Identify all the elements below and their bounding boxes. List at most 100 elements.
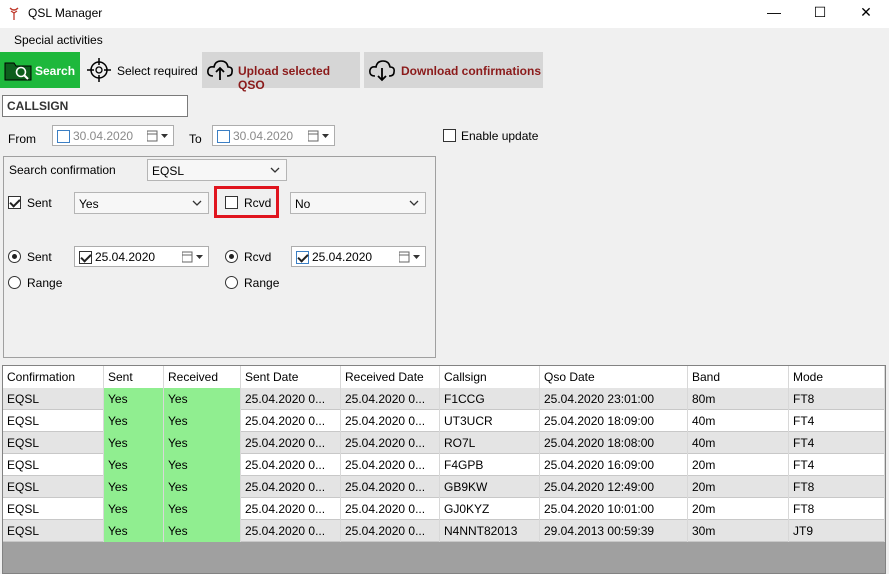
close-button[interactable]: ✕ [843,0,889,26]
sent-date-picker[interactable]: 25.04.2020 [74,246,209,267]
toolbar: Search Select required Upload selected Q… [0,52,889,92]
cloud-upload-icon [207,60,233,80]
rcvd-status-select[interactable]: No [290,192,426,214]
calendar-dropdown-icon[interactable] [182,251,204,263]
calendar-dropdown-icon[interactable] [399,251,421,263]
rcvd-date-checkbox[interactable] [296,251,309,264]
table-cell: Yes [164,476,241,498]
table-cell: Yes [164,498,241,520]
table-cell: Yes [104,388,164,410]
download-confirmations-button[interactable]: Download confirmations [364,52,543,88]
table-row[interactable]: EQSL Yes Yes 25.04.2020 0... 25.04.2020 0...… [3,410,885,432]
column-header[interactable]: Sent Date [241,366,341,388]
table-cell: UT3UCR [440,410,540,432]
table-cell: 25.04.2020 12:49:00 [540,476,688,498]
column-header[interactable]: Callsign [440,366,540,388]
table-row[interactable]: EQSL Yes Yes 25.04.2020 0... 25.04.2020 0...… [3,476,885,498]
sent-date-value: 25.04.2020 [95,250,156,264]
table-row[interactable]: EQSL Yes Yes 25.04.2020 0... 25.04.2020 0...… [3,388,885,410]
table-cell: 80m [688,388,789,410]
select-required-label: Select required [117,64,198,78]
menu-bar: Special activities [0,28,889,50]
callsign-input[interactable]: CALLSIGN [2,95,188,117]
to-date-picker[interactable]: 30.04.2020 [212,125,335,146]
chevron-down-icon [409,200,419,206]
table-cell: Yes [164,432,241,454]
table-cell: EQSL [3,520,104,542]
table-cell: 25.04.2020 0... [341,388,440,410]
table-cell: Yes [164,410,241,432]
table-row[interactable]: EQSL Yes Yes 25.04.2020 0... 25.04.2020 0...… [3,432,885,454]
minimize-button[interactable]: — [751,0,797,26]
sent-radio-label: Sent [27,250,52,264]
search-label: Search [35,64,76,78]
table-cell: F1CCG [440,388,540,410]
from-date-picker[interactable]: 30.04.2020 [52,125,174,146]
table-row[interactable]: EQSL Yes Yes 25.04.2020 0... 25.04.2020 0...… [3,454,885,476]
search-button[interactable]: Search [0,52,80,88]
column-header[interactable]: Sent [104,366,164,388]
table-cell: Yes [104,520,164,542]
table-cell: 25.04.2020 0... [341,410,440,432]
sent-range-radio[interactable] [8,276,21,289]
table-cell: Yes [164,454,241,476]
table-cell: Yes [164,388,241,410]
cloud-download-icon [369,60,395,82]
rcvd-range-radio[interactable] [225,276,238,289]
table-cell: FT8 [789,498,885,520]
from-date-checkbox[interactable] [57,130,70,143]
table-cell: 25.04.2020 0... [341,432,440,454]
search-confirmation-select[interactable]: EQSL [147,159,287,181]
column-header[interactable]: Received [164,366,241,388]
window-title: QSL Manager [28,6,103,20]
column-header[interactable]: Band [688,366,789,388]
to-label: To [189,132,202,146]
minimize-icon: — [767,4,781,20]
table-cell: N4NNT82013 [440,520,540,542]
table-cell: F4GPB [440,454,540,476]
table-cell: 25.04.2020 0... [341,520,440,542]
sent-date-checkbox[interactable] [79,251,92,264]
table-cell: EQSL [3,388,104,410]
table-cell: EQSL [3,454,104,476]
table-cell: 25.04.2020 16:09:00 [540,454,688,476]
table-cell: Yes [104,454,164,476]
select-required-button[interactable]: Select required [82,52,200,88]
calendar-dropdown-icon[interactable] [308,130,330,142]
sent-range-label: Range [27,276,63,290]
column-header[interactable]: Confirmation [3,366,104,388]
upload-selected-qso-button[interactable]: Upload selected QSO [202,52,360,92]
sent-checkbox[interactable] [8,196,21,209]
table-cell: 25.04.2020 0... [241,410,341,432]
table-cell: JT9 [789,520,885,542]
rcvd-check-label: Rcvd [244,196,272,210]
column-header[interactable]: Mode [789,366,885,388]
rcvd-checkbox[interactable] [225,196,238,209]
enable-update-checkbox[interactable] [443,129,456,142]
table-cell: GJ0KYZ [440,498,540,520]
rcvd-range-label: Range [244,276,280,290]
to-date-checkbox[interactable] [217,130,230,143]
table-cell: Yes [104,498,164,520]
sent-status-value: Yes [79,197,99,211]
rcvd-date-value: 25.04.2020 [312,250,373,264]
upload-label: Upload selected QSO [238,64,331,92]
column-header[interactable]: Qso Date [540,366,688,388]
sent-status-select[interactable]: Yes [74,192,209,214]
table-cell: 25.04.2020 0... [341,476,440,498]
table-row[interactable]: EQSL Yes Yes 25.04.2020 0... 25.04.2020 0...… [3,498,885,520]
rcvd-date-radio[interactable] [225,250,238,263]
table-row[interactable]: EQSL Yes Yes 25.04.2020 0... 25.04.2020 0...… [3,520,885,542]
qso-table[interactable]: Confirmation Sent Received Sent Date Receive… [2,365,886,574]
sent-date-radio[interactable] [8,250,21,263]
menu-special-activities[interactable]: Special activities [14,33,103,47]
table-cell: FT4 [789,454,885,476]
table-cell: 25.04.2020 23:01:00 [540,388,688,410]
calendar-dropdown-icon[interactable] [147,130,169,142]
to-date-value: 30.04.2020 [233,129,294,143]
table-cell: 25.04.2020 10:01:00 [540,498,688,520]
maximize-button[interactable]: ☐ [797,0,843,26]
column-header[interactable]: Received Date [341,366,440,388]
rcvd-date-picker[interactable]: 25.04.2020 [291,246,426,267]
table-cell: 20m [688,498,789,520]
